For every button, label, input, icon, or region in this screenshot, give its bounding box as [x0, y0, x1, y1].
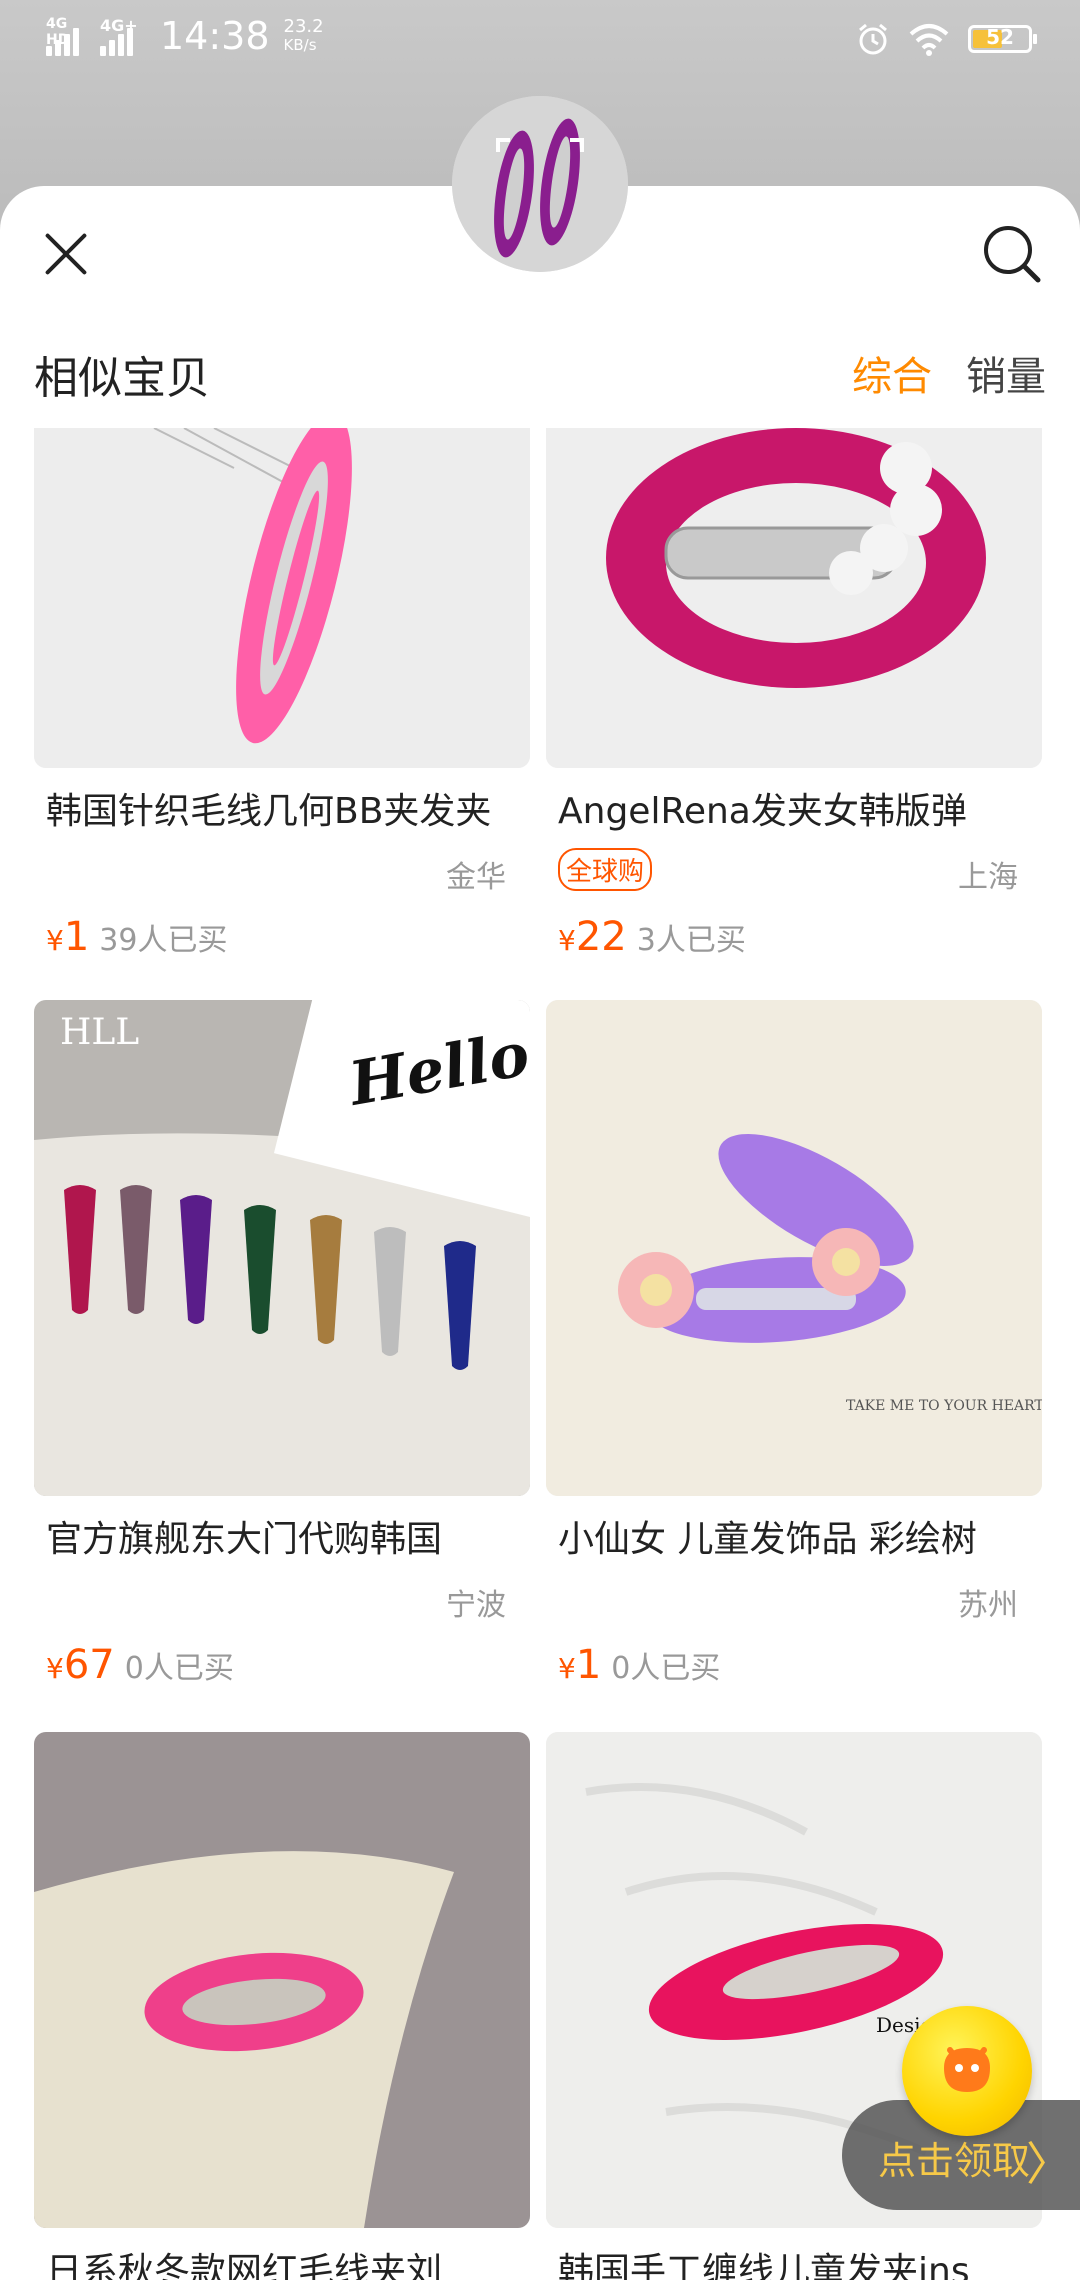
header-row: 相似宝贝 综合 销量 — [0, 326, 1080, 416]
product-price: 1 — [575, 1642, 602, 1688]
product-card[interactable]: 韩国针织毛线几何BB夹发夹 金华 ¥1 39人已买 — [34, 428, 530, 960]
product-card[interactable]: 日系秋冬款网红毛线夹刘 — [34, 1732, 530, 2280]
product-title[interactable]: 小仙女 儿童发饰品 彩绘树 — [546, 1510, 1042, 1562]
product-title[interactable]: 日系秋冬款网红毛线夹刘 — [34, 2242, 530, 2280]
product-meta: 宁波 — [34, 1576, 530, 1626]
product-card[interactable]: AngelRena发夹女韩版弹 全球购 上海 ¥22 3人已买 — [546, 428, 1042, 960]
signal-1-label: 4G HD — [46, 16, 70, 48]
product-meta: 金华 — [34, 848, 530, 898]
global-buy-badge: 全球购 — [558, 848, 653, 891]
product-card[interactable]: Hello HLL 官方旗舰东大门代购韩国 宁波 ¥67 0人已买 — [34, 1000, 530, 1688]
screen: 4G HD 4G+ 14:38 23.2 KB/s 52 相似宝贝 综合 销量 … — [0, 0, 1080, 2280]
sort-tabs: 综合 销量 — [852, 344, 1046, 402]
wifi-icon — [909, 24, 949, 56]
signal-2-label: 4G+ — [100, 16, 138, 35]
alarm-icon — [859, 23, 887, 55]
price-row: ¥67 0人已买 — [34, 1642, 530, 1688]
product-price: 22 — [575, 914, 627, 960]
currency-symbol: ¥ — [46, 1652, 64, 1685]
close-button[interactable] — [36, 224, 96, 284]
product-title[interactable]: 官方旗舰东大门代购韩国 — [34, 1510, 530, 1562]
sold-count: 39人已买 — [99, 923, 228, 958]
page-title: 相似宝贝 — [34, 353, 210, 404]
sold-count: 3人已买 — [636, 923, 746, 958]
image-caption: TAKE ME TO YOUR HEART — [846, 1398, 1042, 1414]
product-location: 上海 — [958, 860, 1018, 895]
status-right: 52 — [856, 22, 1037, 56]
tab-comprehensive[interactable]: 综合 — [852, 344, 932, 402]
signal-1: 4G HD — [46, 16, 86, 56]
network-speed-unit: KB/s — [283, 36, 317, 54]
claim-reward-label: 点击领取 — [878, 2139, 1031, 2183]
chevron-right-icon: 〉 — [1026, 2137, 1072, 2191]
product-location: 金华 — [446, 860, 506, 895]
product-price: 1 — [63, 914, 90, 960]
tab-sales[interactable]: 销量 — [966, 344, 1046, 402]
price-row: ¥1 0人已买 — [546, 1642, 1042, 1688]
sold-count: 0人已买 — [124, 1651, 234, 1686]
network-speed: 23.2 KB/s — [283, 16, 324, 55]
battery-icon: 52 — [968, 25, 1037, 53]
status-left: 4G HD 4G+ 14:38 23.2 KB/s — [46, 14, 324, 58]
brand-watermark: HLL — [60, 1012, 139, 1053]
product-image[interactable]: TAKE ME TO YOUR HEART — [546, 1000, 1042, 1496]
clock: 14:38 — [160, 14, 270, 58]
price-row: ¥1 39人已买 — [34, 914, 530, 960]
query-image-thumbnail[interactable] — [452, 96, 628, 272]
currency-symbol: ¥ — [46, 924, 64, 957]
status-bar: 4G HD 4G+ 14:38 23.2 KB/s 52 — [0, 0, 1080, 80]
price-row: ¥22 3人已买 — [546, 914, 1042, 960]
search-icon[interactable] — [980, 222, 1044, 286]
currency-symbol: ¥ — [558, 1652, 576, 1685]
product-location: 苏州 — [958, 1588, 1018, 1623]
currency-symbol: ¥ — [558, 924, 576, 957]
product-image[interactable] — [34, 428, 530, 768]
signal-2: 4G+ — [100, 16, 140, 56]
product-title[interactable]: AngelRena发夹女韩版弹 — [546, 782, 1042, 834]
product-image[interactable] — [34, 1732, 530, 2228]
product-image[interactable]: Hello HLL — [34, 1000, 530, 1496]
battery-level: 52 — [986, 25, 1014, 49]
similar-items-sheet: 相似宝贝 综合 销量 韩国针织毛线几何BB夹发夹 金华 ¥1 39人已买 Ang… — [0, 186, 1080, 2280]
product-price: 67 — [63, 1642, 115, 1688]
sold-count: 0人已买 — [611, 1651, 721, 1686]
product-meta: 全球购 上海 — [546, 848, 1042, 898]
reward-coin-icon[interactable] — [902, 2006, 1032, 2136]
product-title[interactable]: 韩国手工缠线儿童发夹ins — [546, 2242, 1042, 2280]
product-meta: 苏州 — [546, 1576, 1042, 1626]
product-location: 宁波 — [446, 1588, 506, 1623]
product-card[interactable]: TAKE ME TO YOUR HEART 小仙女 儿童发饰品 彩绘树 苏州 ¥… — [546, 1000, 1042, 1688]
product-image[interactable] — [546, 428, 1042, 768]
network-speed-value: 23.2 — [283, 16, 324, 37]
product-title[interactable]: 韩国针织毛线几何BB夹发夹 — [34, 782, 530, 834]
